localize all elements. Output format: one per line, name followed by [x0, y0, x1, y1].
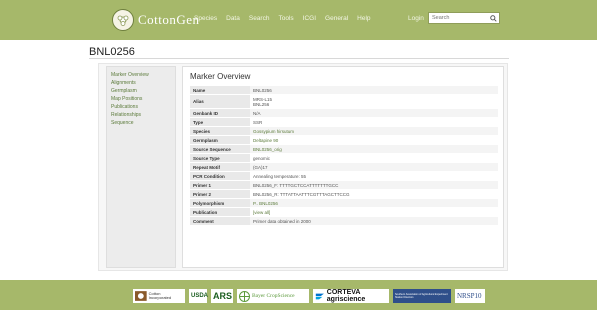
- row-key: Source Type: [190, 153, 250, 163]
- ars-logo[interactable]: ARS: [211, 289, 233, 303]
- germplasm-link[interactable]: Deltapine 90: [253, 138, 278, 143]
- table-row: Publication [view all]: [190, 207, 498, 217]
- row-value: SSR: [250, 117, 498, 127]
- row-key: Repeat Motif: [190, 162, 250, 172]
- top-nav-bar: CottonGen Species Data Search Tools ICGI…: [0, 0, 597, 40]
- ars-label: ARS: [213, 291, 233, 301]
- bayer-logo[interactable]: Bayer CropScience: [237, 289, 309, 303]
- row-key: Germplasm: [190, 135, 250, 145]
- nav-tools[interactable]: Tools: [278, 15, 293, 22]
- row-key: Publication: [190, 207, 250, 217]
- row-key: PCR Condition: [190, 171, 250, 181]
- sidebar-item-relationships[interactable]: Relationships: [111, 111, 171, 119]
- sidebar-item-map-positions[interactable]: Map Positions: [111, 95, 171, 103]
- search-input[interactable]: [429, 13, 487, 23]
- species-link[interactable]: Gossypium hirsutum: [253, 129, 294, 134]
- table-row: PCR Condition Annealing temperature: 55: [190, 171, 498, 181]
- row-key: Polymorphism: [190, 198, 250, 208]
- row-value: BNL0256: [250, 86, 498, 95]
- saaesd-logo[interactable]: Southern Association of Agricultural Exp…: [393, 289, 451, 303]
- table-row: Genbank ID N/A: [190, 108, 498, 118]
- sidebar-item-sequence[interactable]: Sequence: [111, 119, 171, 127]
- sidebar: Marker Overview Alignments Germplasm Map…: [106, 66, 176, 268]
- page-title: BNL0256: [89, 46, 135, 58]
- row-key: Species: [190, 126, 250, 136]
- marker-overview-pane: Marker Overview Name BNL0256 Alias MRS-L15…: [182, 66, 504, 268]
- table-row: Primer 2 BNL0256_R: TTTATTAATTTCGTTTAGCTT…: [190, 189, 498, 199]
- alias-value-2: BNL256: [253, 101, 270, 107]
- cotton-seal-icon: [135, 291, 147, 301]
- row-key: Primer 2: [190, 189, 250, 199]
- nav-search[interactable]: Search: [249, 15, 270, 22]
- nav-general[interactable]: General: [325, 15, 348, 22]
- row-key: Name: [190, 86, 250, 95]
- usda-logo[interactable]: USDA: [189, 289, 209, 303]
- table-row: Alias MRS-L15 BNL256: [190, 94, 498, 109]
- corteva-label: CORTEVA agriscience: [326, 289, 366, 303]
- row-key: Type: [190, 117, 250, 127]
- row-key: Alias: [190, 94, 250, 109]
- bayer-label: Bayer CropScience: [252, 293, 295, 299]
- sidebar-item-germplasm[interactable]: Germplasm: [111, 87, 171, 95]
- polymorphism-link[interactable]: P.. BNL0256: [253, 201, 278, 206]
- partner-logos: Cotton Incorporated USDA ARS Bayer CropS…: [133, 289, 485, 303]
- source-sequence-link[interactable]: BNL0256_orig: [253, 147, 282, 152]
- saaesd-label: Southern Association of Agricultural Exp…: [395, 293, 448, 299]
- row-key: Source Sequence: [190, 144, 250, 154]
- nav-data[interactable]: Data: [226, 15, 240, 22]
- row-value: Primer data obtained in 2000: [250, 216, 498, 226]
- table-row: Source Sequence BNL0256_orig: [190, 144, 498, 154]
- row-key: Comment: [190, 216, 250, 226]
- usda-label: USDA: [191, 293, 209, 299]
- nav-species[interactable]: Species: [194, 15, 217, 22]
- bayer-cross-icon: [239, 290, 250, 302]
- search-box: [428, 12, 500, 24]
- section-title: Marker Overview: [190, 72, 251, 81]
- table-row: Comment Primer data obtained in 2000: [190, 216, 498, 226]
- row-value: BNL0256_F: TTTTGCTCCATTTTTTTGCC: [250, 180, 498, 190]
- table-row: Source Type genomic: [190, 153, 498, 163]
- row-key: Genbank ID: [190, 108, 250, 118]
- table-row: Polymorphism P.. BNL0256: [190, 198, 498, 208]
- cotton-incorporated-label: Cotton Incorporated: [148, 291, 172, 300]
- row-key: Primer 1: [190, 180, 250, 190]
- marker-details-table: Name BNL0256 Alias MRS-L15 BNL256 Genbank I…: [190, 86, 498, 226]
- corteva-logo[interactable]: CORTEVA agriscience: [313, 289, 389, 303]
- sidebar-item-publications[interactable]: Publications: [111, 103, 171, 111]
- nrsp10-label: NRSP10: [457, 292, 482, 300]
- nav-help[interactable]: Help: [357, 15, 370, 22]
- table-row: Primer 1 BNL0256_F: TTTTGCTCCATTTTTTTGCC: [190, 180, 498, 190]
- table-row: Repeat Motif (GA)17: [190, 162, 498, 172]
- view-all-publications-link[interactable]: [view all]: [253, 210, 270, 215]
- search-icon[interactable]: [487, 13, 499, 23]
- row-value: genomic: [250, 153, 498, 163]
- row-value: BNL0256_R: TTTATTAATTTCGTTTAGCTTCCG: [250, 189, 498, 199]
- row-value: N/A: [250, 108, 498, 118]
- site-logo[interactable]: CottonGen: [112, 9, 200, 31]
- nrsp10-logo[interactable]: NRSP10: [455, 289, 485, 303]
- sidebar-item-marker-overview[interactable]: Marker Overview: [111, 71, 171, 79]
- site-name: CottonGen: [138, 12, 200, 27]
- title-divider: [89, 58, 509, 59]
- row-value: Annealing temperature: 55: [250, 171, 498, 181]
- table-row: Type SSR: [190, 117, 498, 127]
- sidebar-item-alignments[interactable]: Alignments: [111, 79, 171, 87]
- login-link[interactable]: Login: [408, 15, 424, 22]
- cotton-incorporated-logo[interactable]: Cotton Incorporated: [133, 289, 185, 303]
- table-row: Species Gossypium hirsutum: [190, 126, 498, 136]
- table-row: Name BNL0256: [190, 86, 498, 95]
- nav-icgi[interactable]: ICGI: [303, 15, 316, 22]
- corteva-stripes-icon: [315, 293, 324, 299]
- row-value: MRS-L15 BNL256: [250, 94, 498, 109]
- cotton-boll-icon: [112, 9, 134, 31]
- row-value: (GA)17: [250, 162, 498, 172]
- table-row: Germplasm Deltapine 90: [190, 135, 498, 145]
- main-nav: Species Data Search Tools ICGI General H…: [194, 15, 371, 22]
